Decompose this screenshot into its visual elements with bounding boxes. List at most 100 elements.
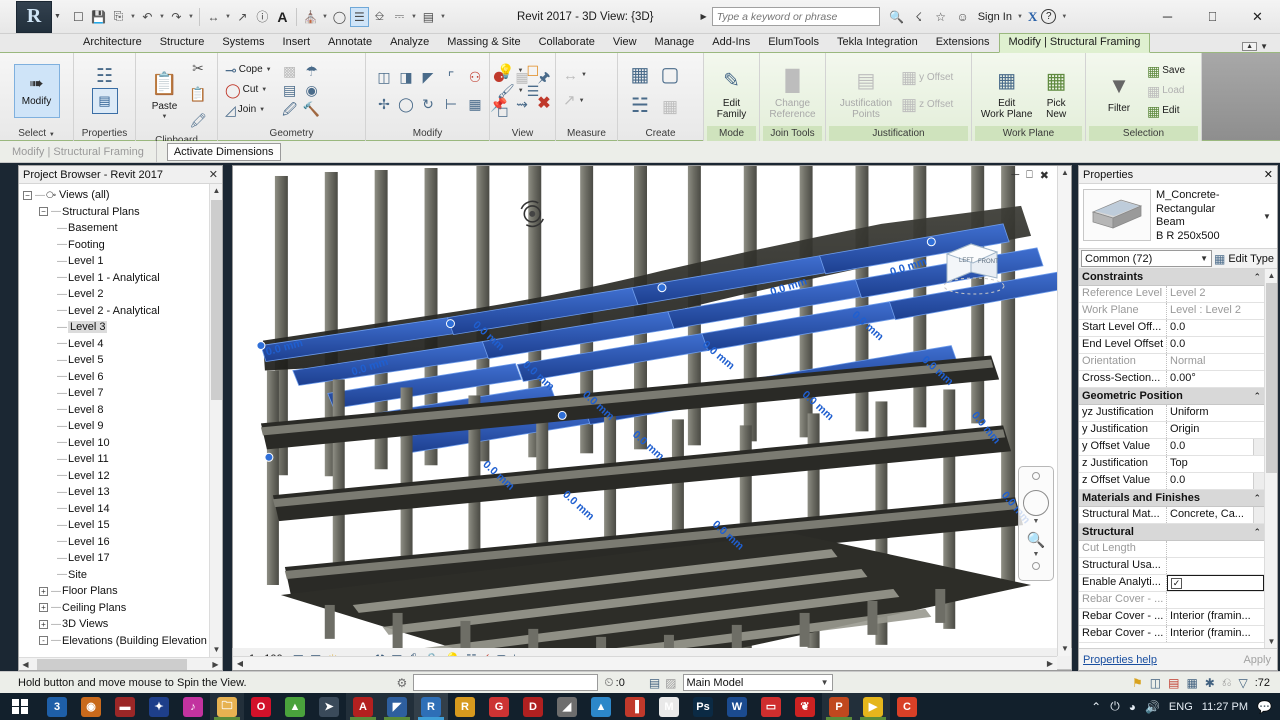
properties-group-header[interactable]: Structural ⌃ (1079, 524, 1264, 541)
taskbar-app-2[interactable]: ◉ (74, 693, 108, 720)
taskbar-powerpoint[interactable]: P (822, 693, 856, 720)
rotate-icon[interactable]: ↻ (422, 97, 434, 111)
taskbar-app-18[interactable]: M (652, 693, 686, 720)
property-value[interactable]: Origin (1167, 422, 1264, 438)
action-center-icon[interactable]: 💬 (1257, 700, 1272, 714)
join-caret-icon[interactable]: ▼ (258, 107, 266, 113)
cope-icon[interactable]: ⊸ (225, 63, 237, 77)
taskbar-app-11[interactable]: ◤ (380, 693, 414, 720)
browser-view-item[interactable]: — Level 17 (23, 550, 208, 567)
browser-group-item[interactable]: - — Elevations (Building Elevation (23, 633, 208, 650)
property-value[interactable] (1167, 541, 1264, 557)
property-value[interactable]: Uniform (1167, 405, 1264, 421)
language-indicator[interactable]: ENG (1169, 701, 1193, 713)
property-row[interactable]: Cut Length (1079, 541, 1264, 558)
group-expander-icon[interactable]: + (39, 603, 48, 613)
select-pinned-icon[interactable]: ✱ (1205, 676, 1215, 690)
views-all-expander-icon[interactable]: − (23, 190, 32, 200)
instance-count-combo[interactable]: Common (72) ▼ (1081, 250, 1212, 267)
browser-view-item[interactable]: — Level 10 (23, 435, 208, 452)
design-options-icon[interactable]: ▤ (649, 676, 660, 690)
help-icon[interactable]: ? (1041, 9, 1057, 24)
browser-view-item[interactable]: — Level 14 (23, 501, 208, 518)
tab-annotate[interactable]: Annotate (319, 34, 381, 52)
paste-button[interactable]: 📋 Paste ▼ (143, 65, 186, 123)
switch-windows-icon[interactable]: ⎓ (390, 7, 409, 27)
editable-only-icon[interactable]: ◫ (1150, 676, 1161, 690)
property-value[interactable]: Normal (1167, 354, 1264, 370)
property-row[interactable]: z Justification Top (1079, 456, 1264, 473)
property-value[interactable]: Level : Level 2 (1167, 303, 1264, 319)
browser-view-item[interactable]: — Level 1 (23, 253, 208, 270)
browser-view-item[interactable]: — Level 12 (23, 468, 208, 485)
redo-caret-icon[interactable]: ▼ (187, 14, 195, 20)
open-icon[interactable]: ☐ (69, 7, 88, 27)
measure-icon[interactable]: ↔ (204, 7, 223, 27)
browser-scroll-right-icon[interactable]: ▶ (209, 658, 222, 671)
offset-icon[interactable]: ◨ (399, 70, 412, 84)
edit-work-plane-button[interactable]: ▦ Edit Work Plane (979, 62, 1034, 120)
tray-chevron-icon[interactable]: ⌃ (1091, 700, 1101, 714)
taskbar-app-3[interactable]: ▬ (108, 693, 142, 720)
close-hidden-windows-icon[interactable]: ⎒ (370, 7, 389, 27)
browser-group-item[interactable]: + — Ceiling Plans (23, 600, 208, 617)
browser-hscroll-thumb[interactable] (37, 659, 187, 670)
create-part-icon[interactable]: ☵ (631, 96, 649, 116)
viewport-scroll-left-icon[interactable]: ◀ (233, 657, 247, 670)
trim-extend-corner-icon[interactable]: ⌜ (448, 70, 455, 84)
tab-systems[interactable]: Systems (213, 34, 273, 52)
taskbar-opera[interactable]: O (244, 693, 278, 720)
steering-wheel-icon[interactable] (1023, 490, 1049, 516)
browser-view-item[interactable]: — Level 8 (23, 402, 208, 419)
taskbar-app-13[interactable]: G (482, 693, 516, 720)
browser-view-item[interactable]: — Level 1 - Analytical (23, 270, 208, 287)
browser-view-item[interactable]: — Level 6 (23, 369, 208, 386)
paint-geometry-icon[interactable]: ◉ (306, 83, 318, 97)
property-value[interactable]: 0.0 (1167, 337, 1264, 353)
properties-parameter-table[interactable]: Constraints ⌃ Reference Level Level 2 Work P… (1079, 269, 1277, 648)
apply-button[interactable]: Apply (1243, 654, 1271, 666)
group-expander-icon[interactable]: - (39, 636, 48, 646)
sign-in-caret-icon[interactable]: ▼ (1016, 14, 1024, 20)
communication-center-icon[interactable]: ☇ (910, 7, 928, 27)
taskbar-explorer[interactable]: 3 (40, 693, 74, 720)
paint-caret-icon[interactable]: ▼ (517, 88, 525, 94)
viewcube[interactable]: LEFT FRONT (937, 228, 1011, 302)
edit-selection-label[interactable]: Edit (1162, 105, 1179, 116)
thin-lines-icon[interactable]: ☰ (349, 6, 369, 27)
reveal-hidden-bulb-icon[interactable]: 💡 (497, 64, 514, 78)
tab-collaborate[interactable]: Collaborate (530, 34, 604, 52)
viewport-scroll-down-icon[interactable]: ▼ (1058, 642, 1071, 656)
browser-group-item[interactable]: + —3D Views (23, 616, 208, 633)
property-value[interactable]: ✓ (1167, 575, 1264, 591)
design-option-combo[interactable]: Main Model ▼ (682, 674, 833, 691)
property-row[interactable]: y Offset Value 0.0 (1079, 439, 1264, 456)
project-browser-vertical-scrollbar[interactable]: ▲ ▼ (209, 184, 222, 657)
match-type-properties-icon[interactable]: 🖍 (189, 113, 207, 127)
worksets-icon[interactable]: ⚙ (397, 676, 408, 690)
taskbar-media-player[interactable]: ▶ (856, 693, 890, 720)
taskbar-word[interactable]: W (720, 693, 754, 720)
property-row[interactable]: Rebar Cover - ... Interior (framin... (1079, 626, 1264, 643)
taskbar-photoshop[interactable]: Ps (686, 693, 720, 720)
properties-palette-icon[interactable]: ▤ (91, 88, 118, 114)
properties-group-header[interactable]: Materials and Finishes ⌃ (1079, 490, 1264, 507)
property-row[interactable]: Start Level Off... 0.0 (1079, 320, 1264, 337)
copy-element-icon[interactable]: ◯ (398, 97, 414, 111)
properties-group-header[interactable]: Geometric Position ⌃ (1079, 388, 1264, 405)
taskbar-app-4[interactable]: ✦ (142, 693, 176, 720)
tab-tekla-integration[interactable]: Tekla Integration (828, 34, 927, 52)
tree-node-views-all[interactable]: − — ⧂ Views (all) (23, 187, 208, 204)
property-browse-button[interactable] (1253, 439, 1264, 455)
taskbar-app-8[interactable]: ▲ (278, 693, 312, 720)
search-dropdown-icon[interactable]: ▶ (696, 12, 712, 21)
search-icon[interactable]: 🔍 (888, 7, 906, 27)
property-value[interactable] (1167, 592, 1264, 608)
hide-element-icon[interactable]: ☐ (526, 64, 539, 78)
browser-scroll-up-icon[interactable]: ▲ (210, 184, 222, 198)
viewport-scroll-up-icon[interactable]: ▲ (1058, 166, 1071, 180)
taskbar-app-15[interactable]: ◢ (550, 693, 584, 720)
save-icon[interactable]: 💾 (89, 7, 108, 27)
project-browser-horizontal-scrollbar[interactable]: ◀ ▶ (19, 657, 222, 670)
design-options-exclude-icon[interactable]: ▨ (665, 676, 676, 690)
